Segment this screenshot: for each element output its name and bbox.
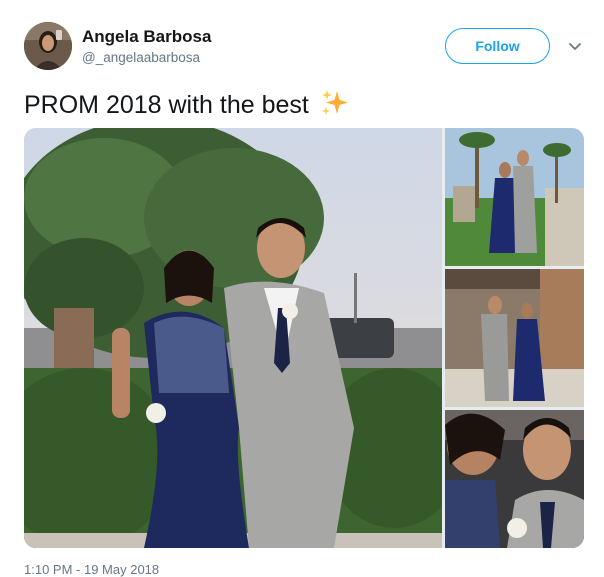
photo-main[interactable] (24, 128, 442, 548)
couple-indoor-photo (445, 269, 584, 407)
photo-thumbnail-2[interactable] (445, 269, 584, 407)
sparkles-icon (321, 90, 348, 115)
tweet-header: Angela Barbosa @_angelaabarbosa Follow (24, 22, 584, 74)
tweet-text-content: PROM 2018 with the best (24, 91, 309, 119)
follow-button[interactable]: Follow (445, 28, 550, 64)
author-info: Angela Barbosa @_angelaabarbosa (82, 26, 211, 67)
prom-couple-photo (24, 128, 442, 548)
author-display-name[interactable]: Angela Barbosa (82, 26, 211, 48)
photo-thumbnail-1[interactable] (445, 128, 584, 266)
chevron-down-icon[interactable] (567, 38, 583, 54)
avatar-photo (24, 22, 72, 70)
couple-selfie-photo (445, 410, 584, 548)
tweet-text: PROM 2018 with the best (24, 88, 350, 121)
couple-outdoor-photo (445, 128, 584, 266)
author-handle[interactable]: @_angelaabarbosa (82, 49, 211, 67)
author-avatar[interactable] (24, 22, 72, 70)
tweet-timestamp[interactable]: 1:10 PM - 19 May 2018 (24, 562, 159, 577)
photo-thumbnail-3[interactable] (445, 410, 584, 548)
tweet-card: Angela Barbosa @_angelaabarbosa Follow P… (0, 0, 604, 577)
media-grid (24, 128, 584, 548)
